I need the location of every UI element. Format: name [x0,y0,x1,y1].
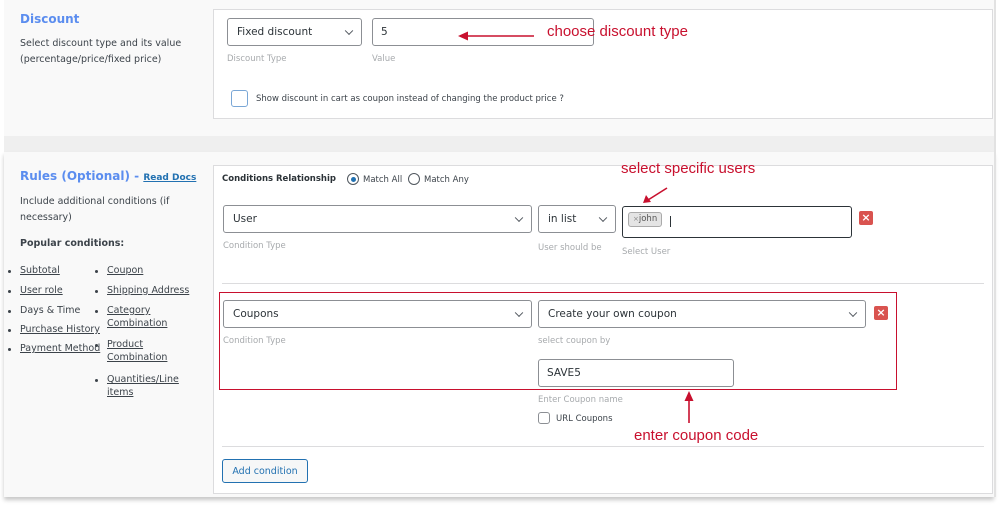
chevron-down-icon [848,308,858,318]
coupon-select-hint: select coupon by [538,336,611,346]
show-as-coupon-checkbox[interactable] [231,90,248,107]
discount-value-text: 5 [381,26,388,38]
rules-description-line: necessary) [20,212,72,223]
discount-type-select[interactable]: Fixed discount [227,18,362,46]
popular-condition-payment-method[interactable]: Payment Method [20,342,100,355]
match-all-radio[interactable] [347,173,359,185]
popular-condition-quantities[interactable]: Quantities/Line items [107,373,179,399]
popular-condition-user-role[interactable]: User role [20,284,63,297]
link[interactable]: Product [107,339,143,350]
discount-description: Select discount type and its value (perc… [20,36,181,68]
bullet [8,329,11,332]
annotation-arrow-up-icon [684,391,694,423]
bullet [8,290,11,293]
condition-type-value: User [233,213,257,225]
chevron-down-icon [514,308,524,318]
link[interactable]: Category [107,305,150,316]
bullet [8,310,11,313]
link[interactable]: Quantities/Line [107,374,179,385]
condition-type-hint: Condition Type [223,336,286,346]
condition-type-value: Coupons [233,308,279,320]
popular-condition-shipping-address[interactable]: Shipping Address [107,284,189,297]
link[interactable]: Combination [107,352,167,363]
coupon-code-input[interactable]: SAVE5 [538,359,734,387]
chevron-down-icon [344,26,354,36]
url-coupons-checkbox[interactable] [538,412,550,424]
chevron-down-icon [598,213,608,223]
link[interactable]: Purchase History [20,324,100,335]
match-all-label: Match All [363,175,403,185]
read-docs-link[interactable]: Read Docs [143,173,196,183]
add-condition-button[interactable]: Add condition [222,459,308,483]
bullet [95,344,98,347]
condition-type-select-user[interactable]: User [223,205,532,233]
discount-description-line: (percentage/price/fixed price) [20,54,162,65]
link[interactable]: items [107,387,133,398]
match-any-label: Match Any [424,175,469,185]
match-any-radio[interactable] [408,173,420,185]
popular-condition-days-time: Days & Time [20,305,81,316]
popular-condition-subtotal[interactable]: Subtotal [20,264,60,277]
popular-conditions-heading: Popular conditions: [20,238,125,249]
user-operator-hint: User should be [538,243,602,253]
rules-description: Include additional conditions (if necess… [20,194,169,226]
link[interactable]: Coupon [107,265,143,276]
annotation-enter-coupon-code: enter coupon code [634,427,759,444]
bullet [95,290,98,293]
link[interactable]: Shipping Address [107,285,189,296]
bullet [95,379,98,382]
user-tag-label: john [638,214,658,224]
show-as-coupon-label: Show discount in cart as coupon instead … [256,94,564,104]
discount-description-line: Select discount type and its value [20,38,182,49]
user-tag[interactable]: ×john [628,212,663,227]
discount-type-hint: Discount Type [227,54,287,64]
annotation-select-specific-users: select specific users [621,160,756,177]
link[interactable]: Payment Method [20,343,100,354]
coupon-code-value: SAVE5 [547,367,581,379]
rules-description-line: Include additional conditions (if [20,196,170,207]
annotation-arrow-down-left-icon [643,187,668,203]
bullet [95,310,98,313]
conditions-relationship-label: Conditions Relationship [222,174,336,184]
coupon-code-hint: Enter Coupon name [538,395,623,405]
annotation-arrow-left-icon [458,31,534,41]
remove-condition-icon[interactable]: × [859,211,873,225]
link[interactable]: User role [20,285,63,296]
coupon-select[interactable]: Create your own coupon [538,300,866,328]
condition-divider [222,446,984,447]
popular-condition-product-combination[interactable]: Product Combination [107,338,167,364]
condition-type-select-coupons[interactable]: Coupons [223,300,532,328]
annotation-choose-discount-type: choose discount type [547,23,688,40]
url-coupons-label: URL Coupons [556,414,613,424]
condition-divider [222,283,984,284]
popular-condition-coupon[interactable]: Coupon [107,264,143,277]
user-operator-value: in list [548,213,577,225]
discount-type-value: Fixed discount [237,26,313,38]
coupon-select-value: Create your own coupon [548,308,677,320]
section-divider [4,136,994,152]
select-user-hint: Select User [622,247,671,257]
popular-condition-purchase-history[interactable]: Purchase History [20,323,100,336]
popular-condition-category-combination[interactable]: Category Combination [107,304,167,330]
discount-value-hint: Value [372,54,396,64]
rules-title: Rules (Optional) - Read Docs [20,169,196,183]
discount-title: Discount [20,12,80,26]
link[interactable]: Combination [107,318,167,329]
remove-condition-icon[interactable]: × [874,306,888,320]
bullet [95,270,98,273]
bullet [8,348,11,351]
scroll-edge [994,0,996,497]
text-caret [670,216,671,227]
link[interactable]: Subtotal [20,265,60,276]
bullet [8,270,11,273]
condition-type-hint: Condition Type [223,241,286,251]
user-operator-select[interactable]: in list [538,205,616,233]
chevron-down-icon [514,213,524,223]
rules-title-text: Rules (Optional) - [20,169,144,183]
